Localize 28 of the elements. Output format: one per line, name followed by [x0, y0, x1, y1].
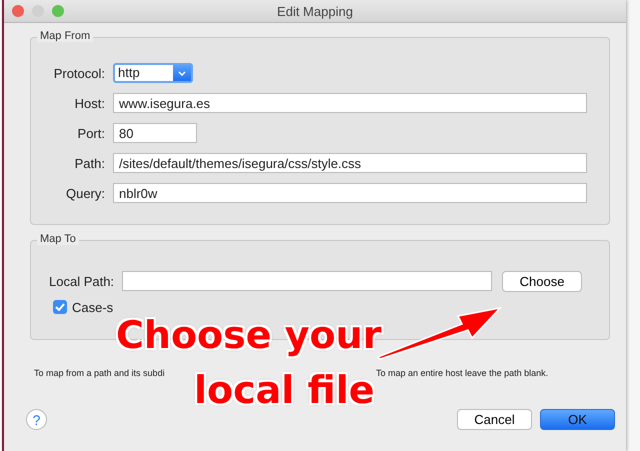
annotation-text: local file: [194, 371, 375, 409]
annotation-text: Choose your: [116, 316, 382, 354]
choose-button[interactable]: Choose: [502, 270, 582, 292]
cancel-button[interactable]: Cancel: [457, 409, 532, 430]
input-field[interactable]: /sites/default/themes/isegura/css/style.css: [113, 153, 587, 173]
zoom-button[interactable]: [52, 5, 64, 17]
window-title: Edit Mapping: [277, 4, 353, 18]
protocol-select[interactable]: http: [113, 63, 193, 83]
input-field[interactable]: nblr0w: [113, 183, 587, 203]
input-field[interactable]: www.isegura.es: [113, 93, 587, 113]
field-label: Host:: [74, 96, 105, 110]
field-label: Local Path:: [49, 274, 114, 288]
group-title: Map From: [37, 30, 94, 42]
input-field[interactable]: 80: [113, 123, 197, 143]
field-label: Protocol:: [52, 66, 105, 80]
field-label: Query:: [64, 186, 105, 200]
checkbox-label: Case-s: [72, 300, 114, 314]
close-button[interactable]: [12, 5, 24, 17]
checkbox[interactable]: [53, 300, 67, 314]
input-field[interactable]: [122, 271, 492, 291]
help-text: To map an entire host leave the path blank.: [376, 368, 548, 378]
chevron-down-icon: [178, 70, 186, 76]
ok-button[interactable]: OK: [540, 409, 615, 430]
group-title: Map To: [37, 233, 79, 245]
field-label: Port:: [76, 126, 105, 140]
help-button[interactable]: ?: [26, 409, 47, 430]
help-text: To map from a path and its subdi: [34, 368, 165, 378]
field-label: Path:: [74, 156, 105, 170]
